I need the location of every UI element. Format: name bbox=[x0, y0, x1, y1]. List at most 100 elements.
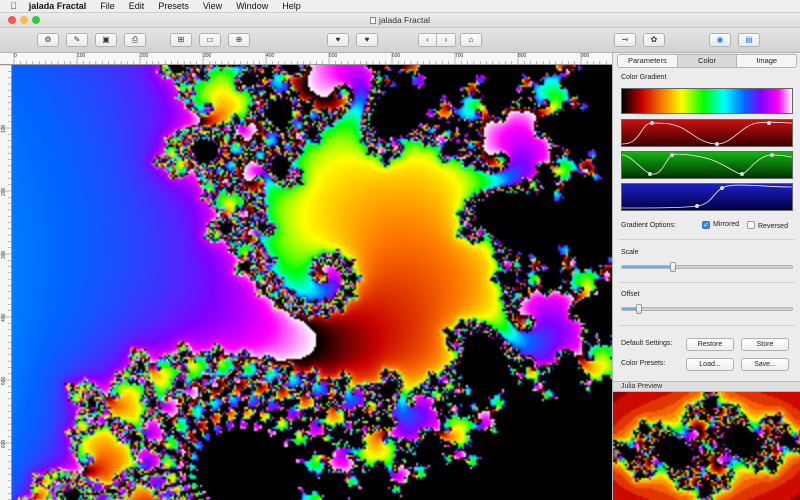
save-preset-button[interactable]: Save... bbox=[741, 358, 789, 371]
add-favorite-button[interactable]: ♥ bbox=[356, 33, 378, 47]
export-icon: ⊞ bbox=[177, 35, 185, 44]
green-curve-icon bbox=[622, 153, 792, 176]
edit-button[interactable]: ✎ bbox=[66, 33, 88, 47]
mirrored-checkbox[interactable]: ✓ Mirrored bbox=[702, 221, 739, 229]
scale-slider[interactable] bbox=[621, 262, 793, 272]
image-button[interactable]: ▭ bbox=[199, 33, 221, 47]
ruler-label: 200 bbox=[140, 53, 149, 59]
checkmark-icon: ✓ bbox=[702, 221, 710, 229]
save-button[interactable]: ▣ bbox=[95, 33, 117, 47]
ruler-label: 100 bbox=[77, 53, 86, 59]
image-icon: ▭ bbox=[206, 35, 214, 44]
red-curve-icon bbox=[622, 121, 792, 146]
tab-color[interactable]: Color bbox=[677, 55, 738, 67]
apple-icon[interactable]:  bbox=[10, 1, 17, 11]
menu-help[interactable]: Help bbox=[282, 1, 301, 11]
chevron-left-icon: ‹ bbox=[426, 35, 429, 44]
toolbar: ⚙ ✎ ▣ ⎙ ⊞ ▭ ⊕ ♥ ♥ ‹ › ⌂ ⊸ ✿ ◉ ▤ bbox=[0, 28, 800, 53]
eye-icon: ◉ bbox=[716, 35, 724, 44]
export-button[interactable]: ⊞ bbox=[170, 33, 192, 47]
load-preset-button[interactable]: Load... bbox=[686, 358, 734, 371]
ruler-label: 300 bbox=[203, 53, 212, 59]
toolbox-icon: ▤ bbox=[745, 35, 753, 44]
open-icon: ⚙ bbox=[44, 35, 52, 44]
menu-app[interactable]: jalada Fractal bbox=[29, 1, 87, 11]
horizontal-ruler: 0 100 200 300 400 500 600 700 800 900 bbox=[0, 53, 612, 65]
menu-presets[interactable]: Presets bbox=[158, 1, 189, 11]
pin-icon: ⊸ bbox=[621, 35, 629, 44]
home-icon: ⌂ bbox=[468, 35, 474, 44]
restore-button[interactable]: Restore bbox=[686, 338, 734, 351]
fractal-image[interactable] bbox=[12, 65, 612, 500]
ruler-label: 600 bbox=[1, 439, 7, 448]
menu-file[interactable]: File bbox=[100, 1, 115, 11]
gradient-preview[interactable] bbox=[621, 88, 793, 114]
back-button[interactable]: ‹ bbox=[418, 33, 437, 47]
pin-button[interactable]: ⊸ bbox=[614, 33, 636, 47]
reversed-checkbox[interactable]: Reversed bbox=[747, 221, 788, 230]
scale-label: Scale bbox=[621, 249, 639, 256]
print-icon: ⎙ bbox=[131, 35, 139, 44]
ruler-label: 500 bbox=[329, 53, 338, 59]
store-button[interactable]: Store bbox=[741, 338, 789, 351]
divider bbox=[619, 282, 795, 283]
green-channel-curve[interactable] bbox=[621, 151, 793, 179]
home-button[interactable]: ⌂ bbox=[460, 33, 482, 47]
ruler-label: 0 bbox=[14, 53, 17, 59]
divider bbox=[619, 239, 795, 240]
offset-slider-thumb[interactable] bbox=[636, 304, 642, 314]
edit-icon: ✎ bbox=[73, 35, 81, 44]
menu-window[interactable]: Window bbox=[236, 1, 268, 11]
blue-curve-icon bbox=[622, 184, 792, 209]
menu-bar:  jalada Fractal File Edit Presets View … bbox=[0, 0, 800, 13]
favorite-button[interactable]: ♥ bbox=[327, 33, 349, 47]
divider bbox=[619, 325, 795, 326]
window-title: jalada Fractal bbox=[0, 15, 800, 25]
ruler-label: 600 bbox=[392, 53, 401, 59]
forward-button[interactable]: › bbox=[437, 33, 456, 47]
offset-slider[interactable] bbox=[621, 304, 793, 314]
red-channel-curve[interactable] bbox=[621, 119, 793, 147]
color-presets-label: Color Presets: bbox=[621, 360, 666, 367]
ruler-label: 300 bbox=[1, 250, 7, 259]
ruler-label: 800 bbox=[518, 53, 527, 59]
fractal-canvas[interactable] bbox=[12, 65, 612, 500]
vertical-ruler: 100 200 300 400 500 600 bbox=[0, 65, 12, 500]
ruler-label: 400 bbox=[266, 53, 275, 59]
blue-channel-curve[interactable] bbox=[621, 183, 793, 211]
print-button[interactable]: ⎙ bbox=[124, 33, 146, 47]
save-icon: ▣ bbox=[102, 35, 110, 44]
open-button[interactable]: ⚙ bbox=[37, 33, 59, 47]
julia-preview-header: Julia Preview bbox=[613, 381, 800, 392]
menu-edit[interactable]: Edit bbox=[129, 1, 145, 11]
palette-icon: ✿ bbox=[650, 35, 658, 44]
reversed-label: Reversed bbox=[758, 223, 788, 230]
globe-icon: ⊕ bbox=[235, 35, 243, 44]
julia-preview-image bbox=[613, 392, 800, 500]
chevron-right-icon: › bbox=[444, 35, 448, 44]
panel-tabs: Parameters Color Image bbox=[617, 54, 797, 68]
palette-button[interactable]: ✿ bbox=[643, 33, 665, 47]
toolbox-button[interactable]: ▤ bbox=[738, 33, 760, 47]
title-bar: jalada Fractal bbox=[0, 13, 800, 28]
checkbox-icon bbox=[747, 221, 755, 229]
scale-slider-fill bbox=[622, 266, 673, 268]
scale-slider-thumb[interactable] bbox=[670, 262, 676, 272]
color-gradient-label: Color Gradient bbox=[621, 74, 667, 81]
tab-image[interactable]: Image bbox=[737, 55, 796, 67]
menu-view[interactable]: View bbox=[203, 1, 222, 11]
globe-button[interactable]: ⊕ bbox=[228, 33, 250, 47]
gradient-options-label: Gradient Options: bbox=[621, 222, 676, 229]
ruler-label: 400 bbox=[1, 313, 7, 322]
mirrored-label: Mirrored bbox=[713, 221, 740, 228]
preview-toggle-button[interactable]: ◉ bbox=[709, 33, 731, 47]
tab-parameters[interactable]: Parameters bbox=[618, 55, 678, 67]
ruler-label: 700 bbox=[455, 53, 464, 59]
default-settings-label: Default Settings: bbox=[621, 340, 673, 347]
heart-add-icon: ♥ bbox=[364, 35, 370, 44]
offset-label: Offset bbox=[621, 291, 640, 298]
heart-icon: ♥ bbox=[335, 35, 341, 44]
ruler-label: 900 bbox=[581, 53, 590, 59]
julia-preview[interactable] bbox=[613, 392, 800, 500]
inspector-panel: Parameters Color Image Color Gradient Gr… bbox=[612, 53, 800, 500]
